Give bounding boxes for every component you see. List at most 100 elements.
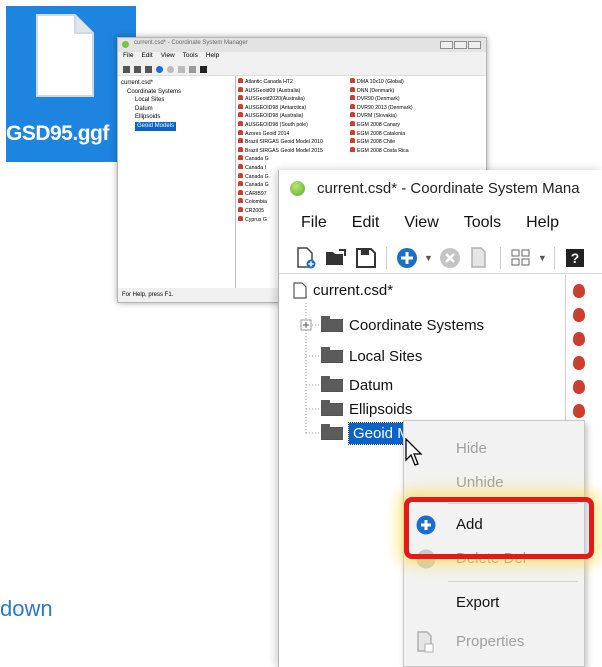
list-item[interactable]: DNN (Denmark) xyxy=(350,86,460,96)
geoid-icon xyxy=(238,189,243,195)
open-icon[interactable] xyxy=(134,65,141,73)
list-item[interactable]: EGM 2008 Catalonia xyxy=(350,129,460,139)
save-icon[interactable] xyxy=(145,65,152,73)
new-icon[interactable] xyxy=(123,65,130,73)
small-tree-root[interactable]: current.csd* xyxy=(121,79,235,88)
geoid-icon xyxy=(238,146,243,152)
list-item[interactable]: DVRM (Slovakia) xyxy=(350,112,460,121)
list-item[interactable]: EGM 2008 Canary xyxy=(350,120,460,130)
small-tree: current.csd* Coordinate Systems Local Si… xyxy=(118,76,236,288)
tree-item-geoid-models[interactable]: Geoid M xyxy=(321,421,415,445)
app-globe-icon xyxy=(122,41,129,48)
list-item[interactable]: DMA 10x10 (Global) xyxy=(350,78,460,87)
list-item-label: DVR90 2013 (Denmark) xyxy=(357,104,413,111)
geoid-icon xyxy=(238,129,243,135)
large-window-title: current.csd* - Coordinate System Mana xyxy=(317,180,580,197)
tree-item-coordinate-systems[interactable]: Coordinate Systems xyxy=(321,314,484,336)
app-globe-icon xyxy=(290,181,305,196)
help-icon[interactable] xyxy=(200,65,207,73)
list-item[interactable]: EGM 2008 Costa Rica xyxy=(350,146,460,156)
list-item-label: EGM 2008 Costa Rica xyxy=(357,147,409,154)
list-item[interactable]: AUSGEOID98 (South pole) xyxy=(238,120,348,130)
list-item[interactable]: Brazil SIRGAS Geoid Model 2015 xyxy=(238,146,348,156)
svg-text:?: ? xyxy=(571,250,580,266)
view-toggle-button[interactable] xyxy=(508,245,534,271)
properties-toolbar-button[interactable] xyxy=(467,245,493,271)
tree-item-label: Ellipsoids xyxy=(349,400,413,418)
small-tree-item-selected[interactable]: Geoid Models xyxy=(135,121,177,131)
list-item-label: CR2005 xyxy=(245,207,265,214)
geoid-icon xyxy=(350,78,355,83)
list-item-label: Brazil SIRGAS Geoid Model 2015 xyxy=(245,147,323,154)
small-tree-item[interactable]: Local Sites xyxy=(121,96,235,105)
menu-help[interactable]: Help xyxy=(526,214,559,232)
small-menu-tools[interactable]: Tools xyxy=(183,52,198,63)
small-tree-item[interactable]: Ellipsoids xyxy=(121,113,235,122)
open-button[interactable] xyxy=(323,245,349,271)
context-menu-unhide[interactable]: Unhide xyxy=(404,465,584,499)
save-button[interactable] xyxy=(353,245,379,271)
list-item[interactable]: DVR90 (Denmark) xyxy=(350,95,460,104)
tree-item-label: Local Sites xyxy=(349,347,423,365)
list-item[interactable]: Brazil SIRGAS Geoid Model 2010 xyxy=(238,138,348,147)
dropdown-arrow-icon[interactable]: ▼ xyxy=(538,253,547,263)
small-tree-item[interactable]: Datum xyxy=(121,105,235,114)
list-item-label: EGM 2008 Catalonia xyxy=(357,130,406,137)
list-item-label: CARIB97 xyxy=(245,190,267,197)
maximize-button[interactable] xyxy=(454,41,467,49)
list-item[interactable]: Canada G xyxy=(238,155,348,164)
list-item-label: AUSGEOID98 (Antarctica) xyxy=(245,104,307,111)
list-item[interactable]: EGM 2008 Chile xyxy=(350,138,460,147)
list-item[interactable]: Azores Geoid 2014 xyxy=(238,129,348,139)
list-item-label: Colombia xyxy=(245,199,267,206)
geoid-icon xyxy=(573,356,585,370)
list-item[interactable]: AUSGeoid09 (Australia) xyxy=(238,86,348,96)
add-icon[interactable] xyxy=(156,65,163,73)
geoid-icon xyxy=(350,146,355,152)
caption-text: down xyxy=(0,596,53,621)
geoid-icon xyxy=(238,215,243,221)
tree-item-local-sites[interactable]: Local Sites xyxy=(321,345,422,367)
tree-root[interactable]: current.csd* xyxy=(293,279,393,301)
add-toolbar-button[interactable] xyxy=(394,245,420,271)
geoid-icon xyxy=(238,163,243,169)
save-icon xyxy=(356,247,376,268)
delete-icon[interactable] xyxy=(167,65,174,73)
list-item[interactable]: AUSGEOID98 (Australia) xyxy=(238,112,348,121)
delete-toolbar-button[interactable] xyxy=(437,245,463,271)
menu-tools[interactable]: Tools xyxy=(464,214,501,232)
large-menu-bar: File Edit View Tools Help xyxy=(279,204,602,242)
small-menu-edit[interactable]: Edit xyxy=(141,52,152,63)
list-item-label: AUSGeoid09 (Australia) xyxy=(245,87,301,94)
close-button[interactable] xyxy=(468,41,481,49)
list-item-label: DMA 10x10 (Global) xyxy=(357,79,404,85)
list-item[interactable]: Atlantic Canada HT2 xyxy=(238,78,348,87)
list-item[interactable]: AUSGeoid2020(Australia) xyxy=(238,95,348,104)
view-icon[interactable] xyxy=(189,65,196,73)
context-menu-export[interactable]: Export xyxy=(404,585,584,619)
large-toolbar: ▼ ▼ ? xyxy=(279,242,602,274)
tree-item-ellipsoids[interactable]: Ellipsoids xyxy=(321,398,412,420)
dropdown-arrow-icon[interactable]: ▼ xyxy=(424,253,433,263)
context-menu-properties[interactable]: Properties xyxy=(404,624,584,658)
geoid-icon xyxy=(238,138,243,144)
geoid-icon xyxy=(238,155,243,161)
small-menu-help[interactable]: Help xyxy=(206,52,219,63)
small-tree-item[interactable]: Coordinate Systems xyxy=(121,88,235,97)
menu-view[interactable]: View xyxy=(404,214,438,232)
minimize-button[interactable] xyxy=(440,41,453,49)
list-item[interactable]: DVR90 2013 (Denmark) xyxy=(350,103,460,113)
geoid-icon xyxy=(350,103,355,109)
small-menu-file[interactable]: File xyxy=(123,52,133,63)
geoid-icon xyxy=(238,78,243,83)
properties-icon[interactable] xyxy=(178,65,185,73)
context-menu-hide[interactable]: Hide xyxy=(404,431,584,465)
menu-edit[interactable]: Edit xyxy=(352,214,380,232)
menu-file[interactable]: File xyxy=(301,214,327,232)
small-menu-view[interactable]: View xyxy=(161,52,175,63)
list-item[interactable]: AUSGEOID98 (Antarctica) xyxy=(238,103,348,113)
help-button[interactable]: ? xyxy=(562,245,588,271)
small-window-title: current.csd* - Coordinate System Manager xyxy=(134,40,248,46)
tree-item-datum[interactable]: Datum xyxy=(321,374,393,396)
new-file-button[interactable] xyxy=(293,245,319,271)
